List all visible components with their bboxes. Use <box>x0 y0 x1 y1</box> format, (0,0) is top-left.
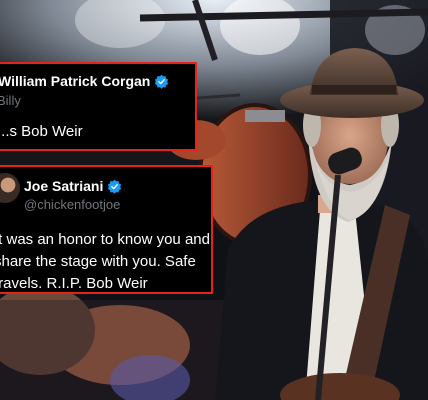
tweet-text-line: share the stage with you. Safe <box>0 253 196 270</box>
avatar[interactable] <box>0 173 20 203</box>
tweet-display-name[interactable]: Joe Satriani <box>24 178 103 194</box>
tweet-author-row: Joe Satriani <box>24 178 122 194</box>
tweet-text: ...s Bob Weir <box>0 123 83 140</box>
verified-badge-icon <box>155 74 169 89</box>
tweet-text-line: It was an honor to know you and <box>0 231 210 248</box>
tweet-author-row: William Patrick Corgan <box>0 73 169 89</box>
tweet-card-billy-corgan: William Patrick Corgan Billy ...s Bob We… <box>0 62 197 151</box>
tweet-text-line: travels. R.I.P. Bob Weir <box>0 275 148 292</box>
tweet-text: It was an honor to know you and share th… <box>0 229 210 292</box>
verified-badge-icon <box>108 179 122 194</box>
tweet-display-name[interactable]: William Patrick Corgan <box>0 73 150 89</box>
tweet-handle[interactable]: @chickenfootjoe <box>24 197 120 212</box>
tweet-card-joe-satriani: Joe Satriani @chickenfootjoe It was an h… <box>0 165 213 294</box>
tweet-handle[interactable]: Billy <box>0 93 21 108</box>
